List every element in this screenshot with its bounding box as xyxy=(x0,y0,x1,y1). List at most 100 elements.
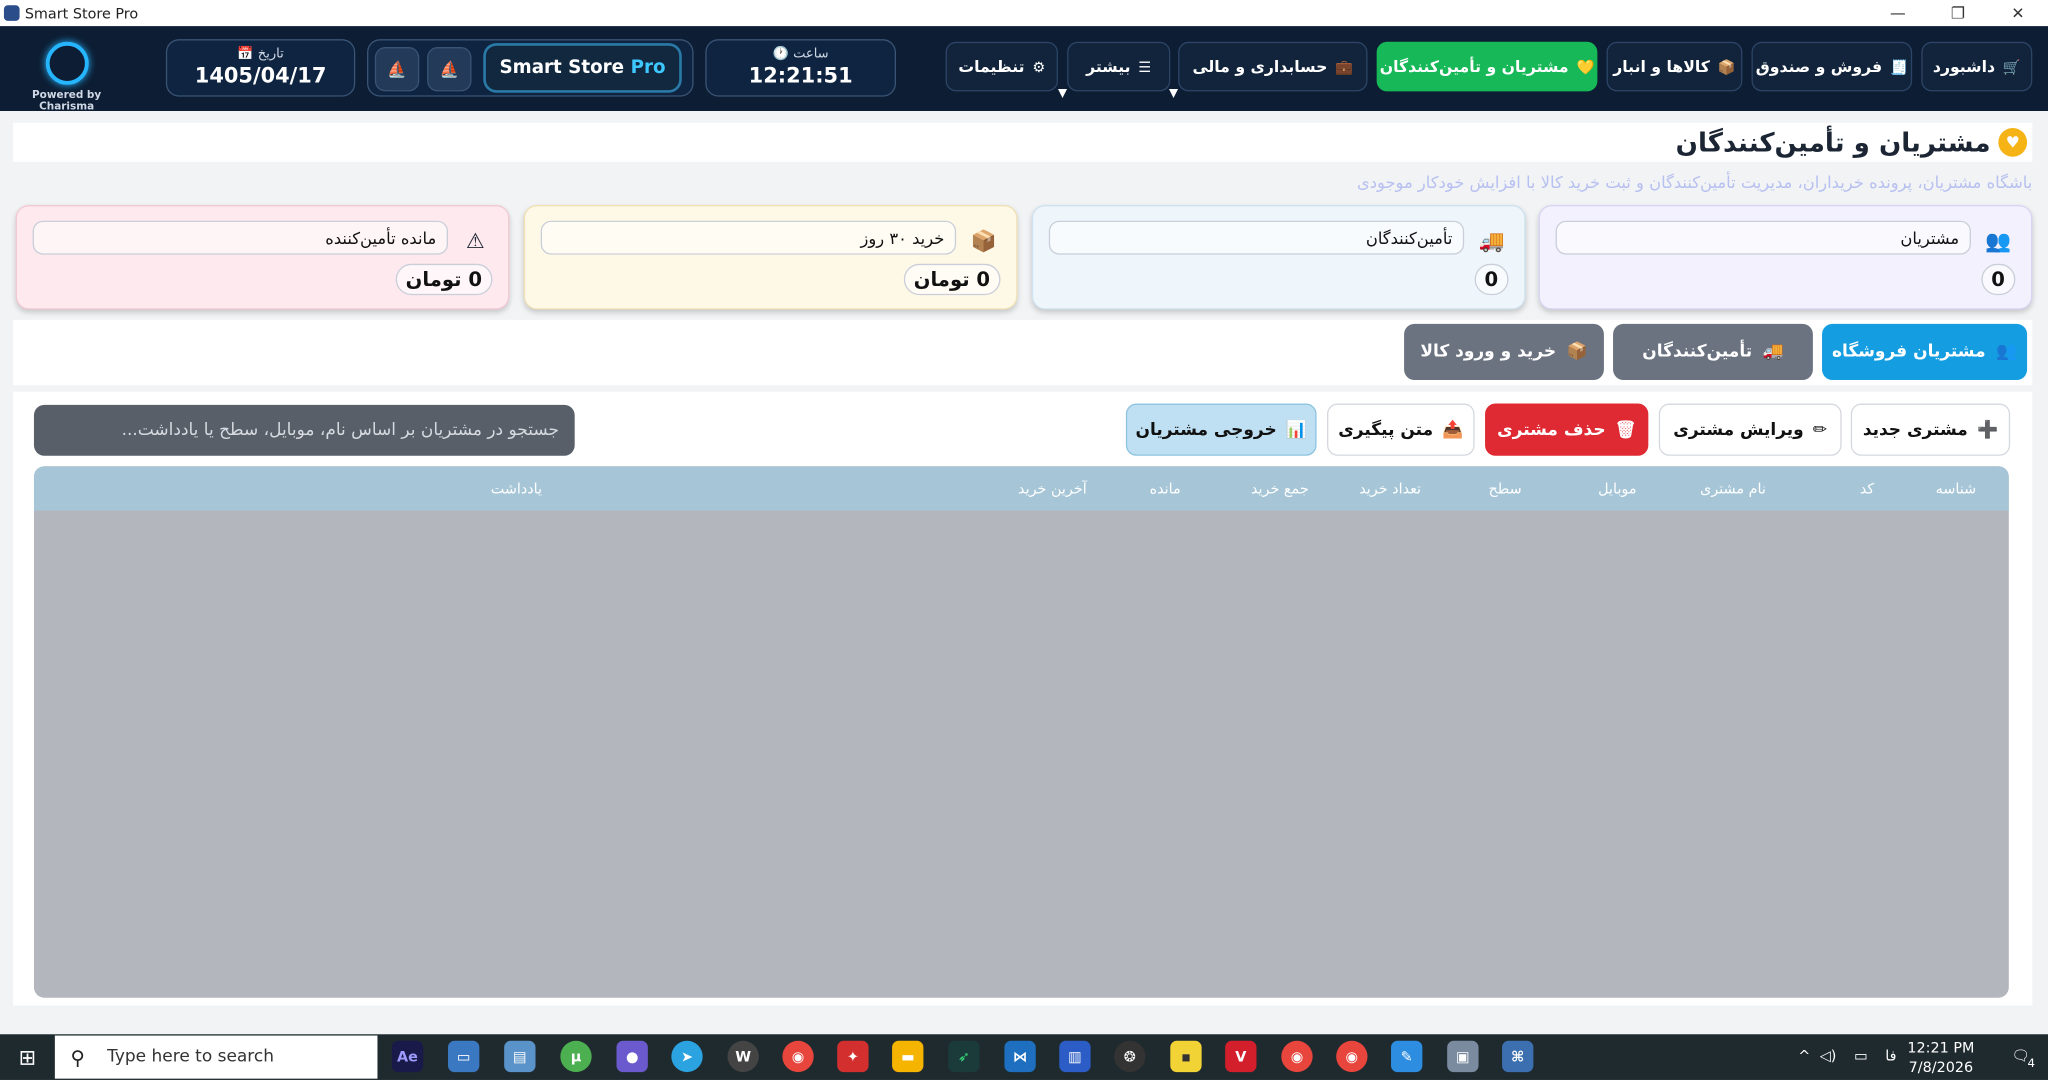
tab-suppliers[interactable]: 🚚 تأمین‌کنندگان xyxy=(1613,323,1813,381)
time-label: ساعت 🕐 xyxy=(772,47,829,62)
brand-button[interactable]: Smart Store Pro xyxy=(483,43,682,93)
close-button[interactable]: ✕ xyxy=(1988,0,2048,26)
tab-purchase-entry[interactable]: 📦 خرید و ورود کالا xyxy=(1404,323,1604,381)
after-effects-icon[interactable]: Ae xyxy=(391,1040,424,1073)
nav-dashboard[interactable]: 🛒 داشبورد xyxy=(1921,41,2033,92)
rocket-icon[interactable]: ➶ xyxy=(948,1040,980,1073)
column-header[interactable]: کد xyxy=(1860,481,1874,498)
customers-table: شناسه کد نام مشتری موبایل سطح تعداد خرید… xyxy=(33,466,2009,998)
stat-card-supplier-balance: ⚠ مانده تأمین‌کننده 0 تومان xyxy=(15,205,510,310)
language-indicator[interactable]: فا xyxy=(1885,1047,1896,1064)
nav-label: بیشتر xyxy=(1086,57,1131,76)
trash-icon: 🗑 xyxy=(1614,419,1637,440)
new-customer-button[interactable]: ➕ مشتری جدید xyxy=(1850,403,2011,456)
export-customers-button[interactable]: 📊 خروجی مشتریان xyxy=(1125,403,1317,456)
vscode-icon[interactable]: ⋈ xyxy=(1004,1040,1036,1073)
column-header[interactable]: نام مشتری xyxy=(1700,481,1766,498)
chrome-icon[interactable]: ◉ xyxy=(1336,1040,1368,1073)
column-header[interactable]: مانده xyxy=(1150,481,1181,498)
nav-inventory[interactable]: 📦 کالاها و انبار xyxy=(1606,41,1743,92)
nav-settings[interactable]: ⚙ تنظیمات xyxy=(945,41,1058,92)
taskbar-search[interactable]: ⚲ Type here to search xyxy=(54,1035,378,1079)
column-header[interactable]: یادداشت xyxy=(491,481,542,498)
customer-search-input[interactable] xyxy=(33,404,575,456)
nav-sales[interactable]: 🧾 فروش و صندوق xyxy=(1751,41,1913,92)
column-header[interactable]: شناسه xyxy=(1936,481,1977,498)
charisma-ring-icon xyxy=(45,41,89,85)
nav-more[interactable]: ☰ بیشتر ▼ xyxy=(1058,41,1171,101)
volume-icon[interactable]: ◁) xyxy=(1820,1047,1837,1064)
gear-icon: ⚙ xyxy=(1032,58,1046,76)
column-header[interactable]: جمع خرید xyxy=(1251,481,1309,498)
nav-accounting[interactable]: 💼 حسابداری و مالی ▼ xyxy=(1169,41,1368,101)
stat-value: 0 xyxy=(1980,263,2016,296)
menu-icon: ☰ xyxy=(1138,58,1152,76)
page-title-text: مشتریان و تأمین‌کنندگان xyxy=(1675,126,1991,159)
delete-customer-button[interactable]: 🗑 حذف مشتری xyxy=(1485,403,1649,456)
stat-label: خرید ۳۰ روز xyxy=(540,220,957,255)
chrome-icon[interactable]: ◉ xyxy=(782,1040,814,1073)
laptop-icon[interactable]: ▭ xyxy=(447,1040,480,1073)
telegram-icon[interactable]: ➤ xyxy=(671,1040,703,1073)
minimize-button[interactable]: — xyxy=(1868,0,1928,26)
top-header: Powered by Charisma تاریخ 📅 1405/04/17 ⛵… xyxy=(0,26,2048,113)
truck-icon: 🚚 xyxy=(1478,227,1505,253)
box-icon: 📦 xyxy=(1717,58,1736,76)
python-icon[interactable]: ⌘ xyxy=(1502,1040,1534,1073)
ship-icon[interactable]: ⛵ xyxy=(427,47,472,92)
edit-customer-button[interactable]: ✏ ویرایش مشتری xyxy=(1658,403,1842,456)
briefcase-icon: 💼 xyxy=(1335,58,1354,76)
app-icon[interactable]: ✦ xyxy=(837,1040,869,1073)
stat-card-customers: 👥 مشتریان 0 xyxy=(1538,205,2033,310)
nav-customers[interactable]: 💛 مشتریان و تأمین‌کنندگان xyxy=(1376,41,1598,92)
vivaldi-icon[interactable]: V xyxy=(1225,1040,1257,1073)
box-icon: 📦 xyxy=(1566,342,1588,362)
stat-value: 0 تومان xyxy=(395,263,493,296)
people-icon: 👥 xyxy=(1996,342,2018,362)
warning-icon: ⚠ xyxy=(466,227,485,253)
page-title: ♥ مشتریان و تأمین‌کنندگان xyxy=(13,122,2033,162)
device-icon[interactable]: ▣ xyxy=(1447,1040,1479,1073)
windows-start-icon[interactable]: ⊞ xyxy=(0,1034,55,1080)
column-header[interactable]: موبایل xyxy=(1598,481,1636,498)
restore-button[interactable]: ❐ xyxy=(1928,0,1988,26)
button-label: متن پیگیری xyxy=(1338,419,1434,440)
heart-icon: ♥ xyxy=(1998,127,2028,157)
network-icon[interactable]: ▭ xyxy=(1854,1047,1868,1064)
time-value: 12:21:51 xyxy=(748,62,853,88)
chevron-up-icon[interactable]: ^ xyxy=(1798,1047,1810,1064)
tab-label: تأمین‌کنندگان xyxy=(1642,342,1753,362)
microphone-icon[interactable]: ● xyxy=(616,1040,648,1073)
column-header[interactable]: آخرین خرید xyxy=(1018,481,1087,498)
column-header[interactable]: تعداد خرید xyxy=(1359,481,1421,498)
openai-icon[interactable]: ❂ xyxy=(1114,1040,1146,1073)
utorrent-icon[interactable]: µ xyxy=(560,1040,592,1073)
folder-icon[interactable]: ▬ xyxy=(892,1040,924,1073)
nav-label: حسابداری و مالی xyxy=(1192,57,1328,76)
brand-smart: Smart Store xyxy=(499,57,625,79)
followup-text-button[interactable]: 📤 متن پیگیری xyxy=(1327,403,1475,456)
column-header[interactable]: سطح xyxy=(1489,481,1522,498)
plus-icon: ➕ xyxy=(1976,419,1999,440)
customers-panel: ➕ مشتری جدید ✏ ویرایش مشتری 🗑 حذف مشتری … xyxy=(13,391,2033,1006)
store-badge-icon[interactable]: ⛵ xyxy=(374,47,420,92)
page-content: ♥ مشتریان و تأمین‌کنندگان باشگاه مشتریان… xyxy=(0,110,2048,1035)
charisma-logo: Powered by Charisma xyxy=(13,37,120,113)
wordpress-icon[interactable]: W xyxy=(727,1040,759,1073)
date-box: تاریخ 📅 1405/04/17 xyxy=(165,39,356,97)
taskbar-clock[interactable]: 12:21 PM 7/8/2026 xyxy=(1902,1038,1980,1077)
truck-icon: 🚚 xyxy=(1762,342,1784,362)
chrome-icon[interactable]: ◉ xyxy=(1281,1040,1313,1073)
taskbar-search-placeholder: Type here to search xyxy=(107,1047,275,1067)
chart-app-icon[interactable]: ▥ xyxy=(1059,1040,1091,1073)
app-icon xyxy=(3,5,20,21)
pencil-icon: ✏ xyxy=(1812,419,1828,440)
date-value: 1405/04/17 xyxy=(194,62,327,88)
nav-label: فروش و صندوق xyxy=(1755,57,1883,76)
photos-icon[interactable]: ▤ xyxy=(504,1040,536,1073)
tab-store-customers[interactable]: 👥 مشتریان فروشگاه xyxy=(1822,323,2028,381)
notes-icon[interactable]: ▪ xyxy=(1170,1040,1202,1073)
button-label: خروجی مشتریان xyxy=(1135,419,1277,440)
editor-icon[interactable]: ✎ xyxy=(1391,1040,1423,1073)
date-label: تاریخ 📅 xyxy=(237,47,284,62)
